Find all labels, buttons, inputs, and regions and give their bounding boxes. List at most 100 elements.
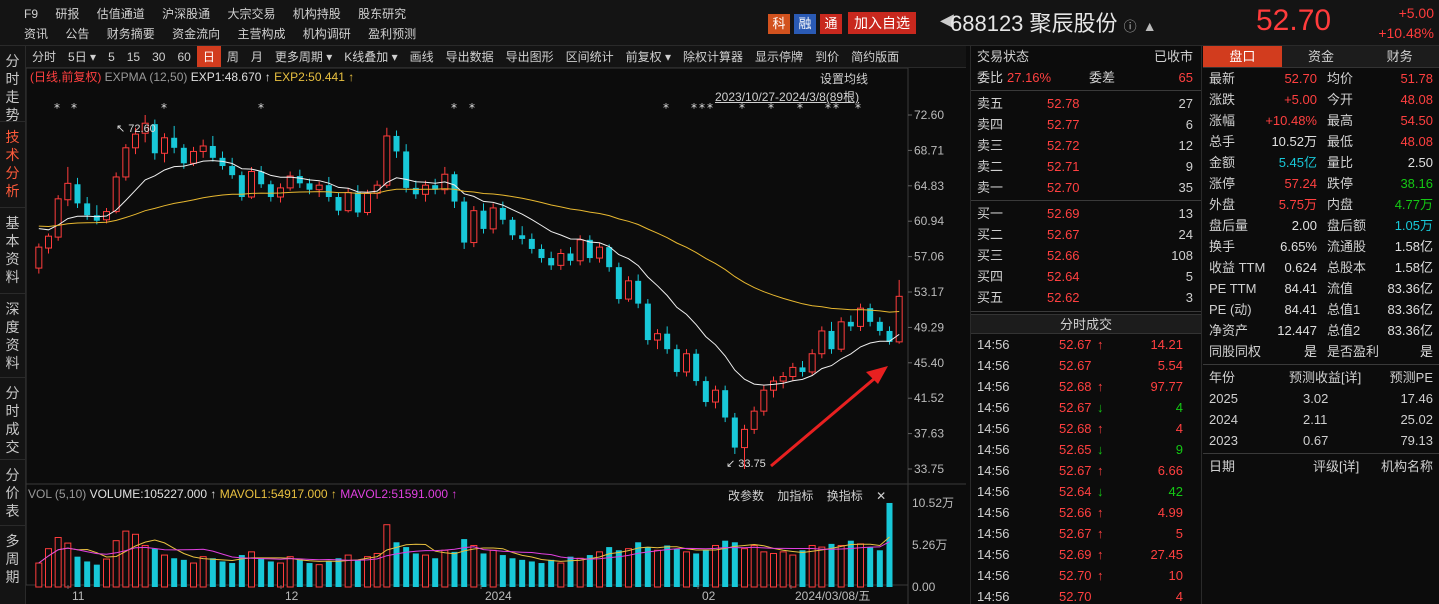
tick-price: 52.65 [1059, 442, 1092, 457]
quote-key: 内盘 [1327, 197, 1354, 212]
margin-badge[interactable]: 融 [794, 14, 816, 34]
volume-bar-down [393, 542, 400, 587]
tb-15min[interactable]: 15 [121, 46, 146, 67]
sidebar-tick-trades[interactable]: 分时成交 [0, 378, 25, 460]
candle-up [383, 135, 391, 186]
tb-5day[interactable]: 5日 ▾ [62, 46, 102, 67]
price-change-block: +5.00 +10.48% [1370, 3, 1434, 43]
candle-down [84, 203, 91, 216]
bid-row: 买二 52.67 24 [971, 224, 1201, 245]
candle-up [64, 182, 72, 201]
nav-institution-holding[interactable]: 机构持股 [293, 5, 341, 22]
volume-bar-down [306, 563, 313, 587]
sidebar-price-table[interactable]: 分价表 [0, 460, 25, 526]
volume-bar-up [654, 549, 661, 588]
star-market-badge[interactable]: 科 [768, 14, 790, 34]
add-watchlist-button[interactable]: 加入自选 [848, 12, 916, 34]
tb-overlay[interactable]: K线叠加 ▾ [338, 46, 403, 67]
sidebar-multi-period[interactable]: 多周期 [0, 526, 25, 592]
volume-bar-down [93, 564, 100, 587]
exp2-value: EXP2:50.441 [274, 70, 345, 84]
price-change: +5.00 [1398, 5, 1434, 21]
tb-adjust[interactable]: 前复权 ▾ [620, 46, 677, 67]
tb-export-data[interactable]: 导出数据 [440, 46, 500, 67]
tb-more-periods[interactable]: 更多周期 ▾ [269, 46, 338, 67]
quote-key: 最高 [1327, 113, 1354, 128]
candle-up [557, 253, 565, 266]
tab-handicap[interactable]: 盘口 [1203, 46, 1282, 67]
nav-finance-summary[interactable]: 财务摘要 [107, 25, 155, 42]
kline-chart[interactable]: * * * * * * * * * * * * * * * * 72.6068.7164.8360.9457.… [26, 68, 966, 604]
tb-weekly[interactable]: 周 [221, 46, 245, 67]
add-indicator-button[interactable]: 加指标 [777, 489, 813, 503]
tb-5min[interactable]: 5 [102, 46, 121, 67]
sidebar-deep-info[interactable]: 深度资料 [0, 294, 25, 378]
quote-key: 跌停 [1327, 176, 1354, 191]
alert-bell-icon[interactable]: ▲ [1143, 18, 1157, 34]
candle-up [45, 235, 52, 249]
tb-30min[interactable]: 30 [146, 46, 171, 67]
sidebar-basic-info[interactable]: 基本资料 [0, 208, 25, 294]
set-ma-button[interactable]: 设置均线 [820, 70, 868, 87]
tick-trade-list[interactable]: 14:56 52.67 ↑ 14.21 14:56 52.67 5.54 14:56 52.68… [971, 334, 1201, 604]
tab-finance[interactable]: 财务 [1360, 46, 1439, 67]
forecast-eps-header[interactable]: 预测收益[详] [1289, 367, 1361, 388]
quote-value: 83.36亿 [1387, 323, 1433, 338]
tb-show-halt[interactable]: 显示停牌 [749, 46, 809, 67]
tick-price: 52.68 [1059, 421, 1092, 436]
badge-group: 科融通加入自选 [768, 12, 916, 34]
nav-capital-flow[interactable]: 资金流向 [172, 25, 220, 42]
candle-down [306, 183, 313, 190]
forecast-pe: 25.02 [1400, 412, 1433, 427]
nav-business[interactable]: 主营构成 [237, 25, 285, 42]
tb-intraday[interactable]: 分时 [26, 46, 62, 67]
nav-research[interactable]: 研报 [55, 5, 79, 22]
high-annotation: ↖ 72.60 [116, 123, 156, 135]
sidebar-technical[interactable]: 技术分析 [0, 122, 25, 208]
tb-export-image[interactable]: 导出图形 [500, 46, 560, 67]
nav-survey[interactable]: 机构调研 [303, 25, 351, 42]
price-tick-label: 41.52 [914, 391, 944, 405]
tb-ex-right-calc[interactable]: 除权计算器 [677, 46, 749, 67]
nav-announcement[interactable]: 公告 [65, 25, 89, 42]
nav-news[interactable]: 资讯 [24, 25, 48, 42]
change-params-button[interactable]: 改参数 [728, 489, 764, 503]
volume-bar-down [828, 543, 835, 587]
ask-label: 卖五 [977, 96, 1004, 111]
tb-simple-layout[interactable]: 简约版面 [845, 46, 905, 67]
sidebar-intraday[interactable]: 分时走势 [0, 46, 25, 123]
nav-shareholder[interactable]: 股东研究 [358, 5, 406, 22]
nav-valuation[interactable]: 估值通道 [97, 5, 145, 22]
switch-indicator-button[interactable]: 换指标 [827, 489, 863, 503]
tab-capital[interactable]: 资金 [1282, 46, 1361, 67]
tb-price-alert[interactable]: 到价 [809, 46, 845, 67]
info-icon[interactable]: ⓘ [1124, 19, 1137, 34]
tick-direction-icon: ↑ [1097, 547, 1104, 562]
event-marker-icon: * [161, 101, 167, 115]
stock-code-name: 688123 聚辰股份 [950, 11, 1118, 36]
tick-direction-icon: ↓ [1097, 442, 1104, 457]
connect-badge[interactable]: 通 [820, 14, 842, 34]
volume-bar-up [315, 564, 323, 588]
nav-f9[interactable]: F9 [24, 7, 38, 21]
tick-trades-title: 分时成交 [971, 314, 1201, 334]
candle-down [828, 330, 835, 350]
quote-key: 最低 [1327, 134, 1354, 149]
nav-block-trade[interactable]: 大宗交易 [227, 5, 275, 22]
tb-range-stats[interactable]: 区间统计 [560, 46, 620, 67]
tick-volume: 4 [1175, 589, 1183, 604]
close-icon[interactable]: ✕ [876, 489, 886, 503]
tb-monthly[interactable]: 月 [245, 46, 269, 67]
tb-60min[interactable]: 60 [171, 46, 196, 67]
rating-header-label[interactable]: 评级[详] [1313, 456, 1359, 477]
tick-time: 14:56 [977, 421, 1010, 436]
nav-forecast[interactable]: 盈利预测 [368, 25, 416, 42]
event-marker-icon: * [54, 101, 60, 115]
tb-draw[interactable]: 画线 [404, 46, 440, 67]
tick-row: 14:56 52.67 ↑ 5 [971, 523, 1201, 544]
volume-bar-up [576, 557, 584, 588]
tb-daily[interactable]: 日 [196, 46, 221, 67]
volume-bar-down [258, 558, 265, 587]
nav-hsgt[interactable]: 沪深股通 [162, 5, 210, 22]
quote-key: 换手 [1209, 239, 1236, 254]
